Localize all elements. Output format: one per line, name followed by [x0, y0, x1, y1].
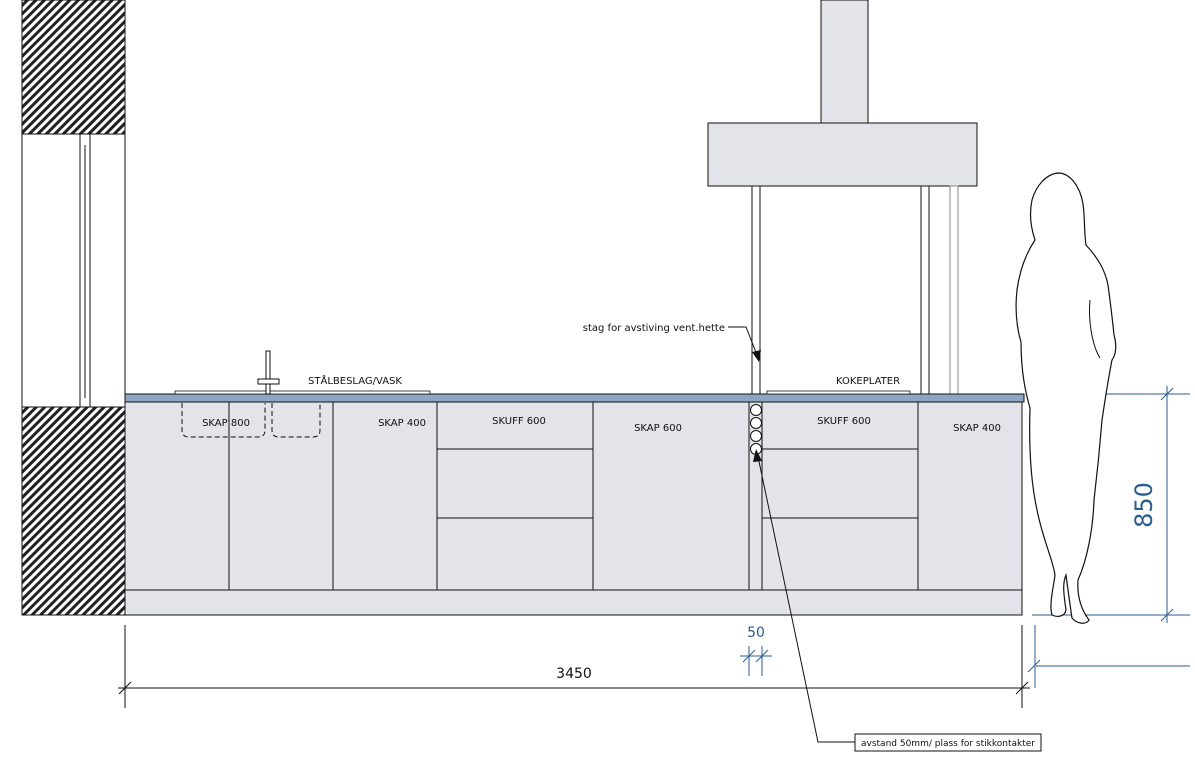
wall-hatch-lower	[21, 406, 126, 616]
gap-value: 50	[747, 625, 765, 641]
skuff600-right-label: SKUFF 600	[817, 416, 871, 427]
hood-brace-far-right	[949, 185, 959, 395]
skap600-label: SKAP 600	[634, 423, 682, 434]
height-value: 850	[1130, 482, 1158, 528]
faucet-spout	[257, 378, 280, 385]
range-hood	[707, 0, 978, 395]
outlet-circle	[750, 430, 762, 442]
skap800-label: SKAP 800	[202, 418, 250, 429]
kokeplater-label: KOKEPLATER	[836, 376, 900, 387]
hood-chimney	[820, 0, 869, 124]
plinth	[124, 589, 1023, 616]
hood-brace-right	[920, 185, 930, 395]
stalbeslag-vask-label: STÅLBESLAG/VASK	[308, 374, 402, 387]
window-opening	[21, 133, 126, 408]
faucet-stem	[265, 350, 271, 395]
skap400-right-label: SKAP 400	[953, 423, 1001, 434]
wall-hatch-upper	[21, 0, 126, 135]
sink-rim	[174, 390, 431, 395]
avstand-note: avstand 50mm/ plass for stikkontakter	[861, 739, 1035, 749]
skuff600-left-label: SKUFF 600	[492, 416, 546, 427]
width-value: 3450	[556, 666, 592, 682]
cabinet-body	[124, 400, 1023, 591]
outlet-circle	[750, 417, 762, 429]
hood-body	[707, 122, 978, 187]
gap-dimension: 50	[740, 625, 772, 676]
cooktop-rim	[766, 390, 911, 395]
kitchen-elevation-drawing: STÅLBESLAG/VASK KOKEPLATER SKAP 800 SKAP…	[21, 0, 1190, 752]
width-dimension: 3450	[118, 625, 1030, 708]
stag-note: stag for avstiving vent.hette	[583, 323, 725, 334]
left-wall	[21, 0, 126, 616]
hood-brace-left	[751, 185, 761, 395]
stag-annotation: stag for avstiving vent.hette	[583, 323, 761, 362]
person-silhouette	[1015, 172, 1117, 624]
skap400-left-label: SKAP 400	[378, 418, 426, 429]
countertop	[124, 393, 1025, 403]
outlet-circle	[750, 404, 762, 416]
base-cabinets	[124, 400, 1023, 616]
